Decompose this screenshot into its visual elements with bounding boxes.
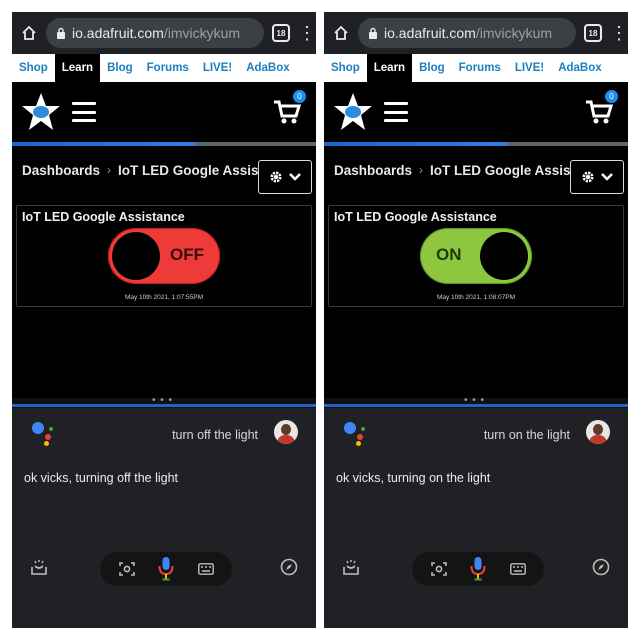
- overflow-menu-icon[interactable]: ⋮: [610, 24, 628, 42]
- lens-icon[interactable]: [430, 560, 448, 578]
- adafruit-logo[interactable]: [20, 92, 62, 132]
- toggle-knob: [112, 232, 160, 280]
- last-updated-timestamp: May 10th 2021, 1:07:55PM: [124, 294, 204, 301]
- nav-learn[interactable]: Learn: [54, 54, 101, 82]
- url-path: /imvickykum: [475, 25, 553, 41]
- input-pill: [100, 552, 232, 586]
- compass-icon[interactable]: [592, 558, 610, 576]
- breadcrumb: Dashboards › IoT LED Google Assistance: [12, 146, 316, 194]
- google-assistant-logo: [344, 422, 368, 446]
- toggle-state-label: ON: [436, 245, 462, 264]
- led-toggle-switch[interactable]: ON: [420, 228, 532, 284]
- divider-line: [324, 404, 628, 407]
- keyboard-icon[interactable]: [510, 563, 526, 575]
- site-nav: Shop Learn Blog Forums LIVE! AdaBox: [324, 54, 628, 82]
- google-assistant-panel: turn off the light ok vicks, turning off…: [12, 408, 316, 628]
- nav-adabox[interactable]: AdaBox: [551, 54, 608, 82]
- nav-blog[interactable]: Blog: [100, 54, 140, 82]
- dashboard-settings-button[interactable]: [570, 160, 624, 194]
- screenshot-comparison: io.adafruit.com /imvickykum 18 ⋮ Shop Le…: [0, 0, 640, 640]
- assistant-bottom-bar: [324, 548, 628, 588]
- chevron-down-icon: [289, 173, 301, 181]
- url-path: /imvickykum: [163, 25, 241, 41]
- lens-icon[interactable]: [118, 560, 136, 578]
- nav-live[interactable]: LIVE!: [196, 54, 239, 82]
- tabs-icon[interactable]: 18: [272, 24, 290, 42]
- user-query: turn off the light: [172, 428, 258, 442]
- nav-blog[interactable]: Blog: [412, 54, 452, 82]
- assistant-bottom-bar: [12, 548, 316, 588]
- cart-count-badge: 0: [293, 90, 306, 103]
- breadcrumb-separator: ›: [107, 163, 112, 177]
- google-assistant-logo: [32, 422, 56, 446]
- toggle-knob: [480, 232, 528, 280]
- nav-shop[interactable]: Shop: [324, 54, 367, 82]
- overflow-menu-icon[interactable]: ⋮: [298, 24, 316, 42]
- address-bar[interactable]: io.adafruit.com /imvickykum: [46, 18, 264, 48]
- browser-toolbar: io.adafruit.com /imvickykum 18 ⋮: [324, 12, 628, 54]
- site-header: 0: [12, 82, 316, 142]
- phone-screen-off: io.adafruit.com /imvickykum 18 ⋮ Shop Le…: [12, 12, 316, 628]
- gear-icon: [582, 171, 594, 183]
- assistant-reply: ok vicks, turning on the light: [336, 471, 491, 485]
- lock-icon: [368, 27, 378, 39]
- nav-learn[interactable]: Learn: [366, 54, 413, 82]
- input-pill: [412, 552, 544, 586]
- led-toggle-switch[interactable]: OFF: [108, 228, 220, 284]
- keyboard-icon[interactable]: [198, 563, 214, 575]
- toggle-block: IoT LED Google Assistance OFF May 10th 2…: [16, 205, 312, 307]
- user-query: turn on the light: [483, 428, 570, 442]
- block-title: IoT LED Google Assistance: [334, 210, 497, 224]
- compass-icon[interactable]: [280, 558, 298, 576]
- mic-icon[interactable]: [469, 556, 487, 582]
- last-updated-timestamp: May 10th 2021, 1:08:07PM: [436, 294, 516, 301]
- nav-forums[interactable]: Forums: [140, 54, 196, 82]
- toggle-state-label: OFF: [170, 245, 204, 264]
- breadcrumb-dashboards[interactable]: Dashboards: [334, 163, 412, 178]
- nav-live[interactable]: LIVE!: [508, 54, 551, 82]
- breadcrumb-separator: ›: [419, 163, 424, 177]
- browser-toolbar: io.adafruit.com /imvickykum 18 ⋮: [12, 12, 316, 54]
- breadcrumb-dashboards[interactable]: Dashboards: [22, 163, 100, 178]
- home-icon[interactable]: [20, 24, 38, 42]
- home-icon[interactable]: [332, 24, 350, 42]
- url-host: io.adafruit.com: [72, 25, 164, 41]
- split-screen-divider[interactable]: • • •: [324, 396, 628, 408]
- avatar[interactable]: [274, 420, 298, 444]
- google-assistant-panel: turn on the light ok vicks, turning on t…: [324, 408, 628, 628]
- cart-icon[interactable]: 0: [584, 90, 618, 126]
- address-bar[interactable]: io.adafruit.com /imvickykum: [358, 18, 576, 48]
- cart-icon[interactable]: 0: [272, 90, 306, 126]
- avatar[interactable]: [586, 420, 610, 444]
- site-nav: Shop Learn Blog Forums LIVE! AdaBox: [12, 54, 316, 82]
- chevron-down-icon: [601, 173, 613, 181]
- dashboard-settings-button[interactable]: [258, 160, 312, 194]
- mic-icon[interactable]: [157, 556, 175, 582]
- block-title: IoT LED Google Assistance: [22, 210, 185, 224]
- toggle-block: IoT LED Google Assistance ON May 10th 20…: [328, 205, 624, 307]
- nav-forums[interactable]: Forums: [452, 54, 508, 82]
- split-screen-divider[interactable]: • • •: [12, 396, 316, 408]
- hamburger-icon[interactable]: [384, 102, 408, 122]
- adafruit-logo[interactable]: [332, 92, 374, 132]
- url-host: io.adafruit.com: [384, 25, 476, 41]
- nav-shop[interactable]: Shop: [12, 54, 55, 82]
- phone-screen-on: io.adafruit.com /imvickykum 18 ⋮ Shop Le…: [324, 12, 628, 628]
- divider-line: [12, 404, 316, 407]
- snapshot-icon[interactable]: [30, 558, 48, 576]
- tabs-icon[interactable]: 18: [584, 24, 602, 42]
- hamburger-icon[interactable]: [72, 102, 96, 122]
- lock-icon: [56, 27, 66, 39]
- breadcrumb: Dashboards › IoT LED Google Assistance: [324, 146, 628, 194]
- nav-adabox[interactable]: AdaBox: [239, 54, 296, 82]
- site-header: 0: [324, 82, 628, 142]
- gear-icon: [270, 171, 282, 183]
- assistant-reply: ok vicks, turning off the light: [24, 471, 179, 485]
- cart-count-badge: 0: [605, 90, 618, 103]
- snapshot-icon[interactable]: [342, 558, 360, 576]
